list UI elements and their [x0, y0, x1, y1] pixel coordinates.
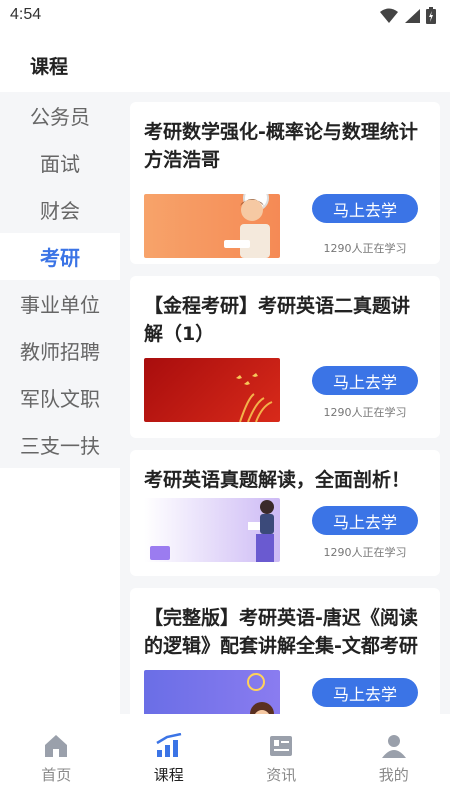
- course-title: 【金程考研】考研英语二真题讲解（1）: [144, 295, 411, 345]
- start-learning-button[interactable]: 马上去学: [312, 506, 418, 535]
- course-icon: [155, 732, 183, 760]
- learner-count: 1290人正在学习: [323, 546, 407, 559]
- home-icon: [42, 732, 70, 760]
- start-learning-button[interactable]: 马上去学: [312, 194, 418, 223]
- status-time: 4:54: [10, 6, 42, 23]
- nav-news[interactable]: 资讯: [225, 714, 338, 800]
- wifi-icon: [380, 8, 398, 23]
- course-card[interactable]: 【金程考研】考研英语二真题讲解（1） 马上去学 1290人正在学习: [130, 276, 440, 438]
- course-card[interactable]: 【完整版】考研英语-唐迟《阅读的逻辑》配套讲解全集-文都考研 马上去学: [130, 588, 440, 714]
- learner-count: 1290人正在学习: [323, 406, 407, 419]
- nav-profile[interactable]: 我的: [338, 714, 450, 800]
- course-card[interactable]: 考研英语真题解读，全面剖析！ 马上去学 1290人正在学习: [130, 450, 440, 576]
- nav-course[interactable]: 课程: [113, 714, 226, 800]
- sidebar-item-public-institution[interactable]: 事业单位: [0, 280, 120, 327]
- sidebar-item-postgraduate[interactable]: 考研: [0, 233, 120, 280]
- learner-count: 1290人正在学习: [323, 242, 407, 255]
- start-learning-button[interactable]: 马上去学: [312, 366, 418, 395]
- course-title: 【完整版】考研英语-唐迟《阅读的逻辑》配套讲解全集-文都考研: [144, 607, 418, 657]
- battery-icon: [426, 7, 436, 24]
- page-title: 课程: [30, 56, 69, 78]
- category-sidebar: 公务员 面试 财会 考研 事业单位 教师招聘 军队文职 三支一扶: [0, 92, 120, 468]
- start-learning-button[interactable]: 马上去学: [312, 678, 418, 707]
- nav-home[interactable]: 首页: [0, 714, 113, 800]
- nav-label: 课程: [153, 766, 184, 784]
- nav-label: 首页: [41, 766, 72, 784]
- sidebar-item-three-supports[interactable]: 三支一扶: [0, 421, 120, 468]
- sidebar-item-civil-servant[interactable]: 公务员: [0, 92, 120, 139]
- course-title: 考研英语真题解读，全面剖析！: [144, 469, 411, 491]
- sidebar-item-interview[interactable]: 面试: [0, 139, 120, 186]
- signal-icon: [405, 8, 420, 23]
- course-list: 考研数学强化-概率论与数理统计方浩浩哥 马上去学 1290人正在学习 【金程考研…: [120, 92, 450, 714]
- bottom-nav: 首页 课程 资讯 我的: [0, 714, 450, 800]
- sidebar-item-accounting[interactable]: 财会: [0, 186, 120, 233]
- nav-label: 我的: [378, 766, 409, 784]
- status-bar: 4:54: [0, 0, 450, 32]
- profile-icon: [380, 732, 408, 760]
- course-thumbnail: [144, 670, 280, 714]
- sidebar-item-teacher-recruitment[interactable]: 教师招聘: [0, 327, 120, 374]
- course-card[interactable]: 考研数学强化-概率论与数理统计方浩浩哥 马上去学 1290人正在学习: [130, 102, 440, 264]
- course-thumbnail: [144, 194, 280, 258]
- nav-label: 资讯: [266, 766, 297, 784]
- sidebar-item-military-civilian[interactable]: 军队文职: [0, 374, 120, 421]
- course-thumbnail: [144, 498, 280, 562]
- status-icons: [380, 7, 436, 24]
- course-thumbnail: [144, 358, 280, 422]
- news-icon: [267, 732, 295, 760]
- course-title: 考研数学强化-概率论与数理统计方浩浩哥: [144, 121, 418, 171]
